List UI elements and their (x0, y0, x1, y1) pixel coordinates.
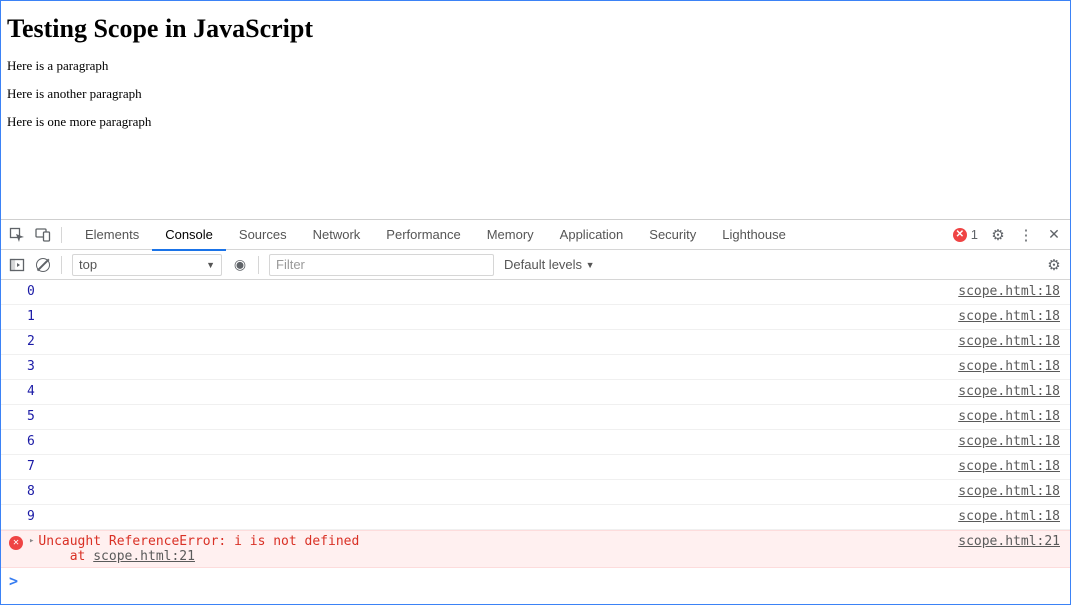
chevron-down-icon: ▼ (586, 260, 595, 270)
tab-network[interactable]: Network (300, 220, 374, 250)
console-log-row: 7scope.html:18 (1, 455, 1070, 480)
console-log-row: 0scope.html:18 (1, 280, 1070, 305)
tab-memory[interactable]: Memory (474, 220, 547, 250)
console-sidebar-toggle-icon[interactable] (9, 257, 25, 273)
close-icon[interactable] (1046, 227, 1062, 243)
console-log-row: 9scope.html:18 (1, 505, 1070, 530)
console-filter-input[interactable]: Filter (269, 254, 494, 276)
settings-icon[interactable] (990, 227, 1006, 243)
more-options-icon[interactable] (1018, 227, 1034, 243)
log-source-link[interactable]: scope.html:18 (938, 383, 1060, 401)
prompt-caret-icon: > (9, 572, 18, 590)
devtools-panel: Elements Console Sources Network Perform… (1, 219, 1070, 604)
log-source-link[interactable]: scope.html:18 (938, 483, 1060, 501)
console-log-row: 1scope.html:18 (1, 305, 1070, 330)
error-count: 1 (971, 227, 978, 242)
console-log-row: 3scope.html:18 (1, 355, 1070, 380)
tab-application[interactable]: Application (547, 220, 637, 250)
tab-console[interactable]: Console (152, 220, 226, 250)
console-toolbar: top ▼ Filter Default levels ▼ (1, 250, 1070, 280)
paragraph: Here is another paragraph (7, 86, 1064, 102)
context-value: top (79, 257, 97, 272)
error-icon: ✕ (953, 228, 967, 242)
paragraph: Here is a paragraph (7, 58, 1064, 74)
log-source-link[interactable]: scope.html:18 (938, 458, 1060, 476)
inspect-element-icon[interactable] (9, 227, 25, 243)
log-source-link[interactable]: scope.html:18 (938, 433, 1060, 451)
tab-sources[interactable]: Sources (226, 220, 300, 250)
console-log-row: 5scope.html:18 (1, 405, 1070, 430)
log-source-link[interactable]: scope.html:18 (938, 308, 1060, 326)
error-message: Uncaught ReferenceError: i is not define… (38, 534, 359, 564)
log-level-select[interactable]: Default levels ▼ (504, 254, 595, 276)
error-count-indicator[interactable]: ✕ 1 (953, 227, 978, 242)
execution-context-select[interactable]: top ▼ (72, 254, 222, 276)
log-source-link[interactable]: scope.html:18 (938, 283, 1060, 301)
page-title: Testing Scope in JavaScript (7, 14, 1064, 44)
chevron-down-icon: ▼ (206, 260, 215, 270)
console-log-row: 6scope.html:18 (1, 430, 1070, 455)
log-source-link[interactable]: scope.html:18 (938, 358, 1060, 376)
log-source-link[interactable]: scope.html:21 (938, 534, 1060, 549)
console-settings-icon[interactable] (1046, 257, 1062, 273)
clear-console-icon[interactable] (35, 257, 51, 273)
error-icon: ✕ (9, 536, 23, 550)
log-source-link[interactable]: scope.html:18 (938, 333, 1060, 351)
live-expression-icon[interactable] (232, 257, 248, 273)
tab-performance[interactable]: Performance (373, 220, 473, 250)
expand-triangle-icon[interactable]: ▸ (29, 536, 34, 546)
device-toggle-icon[interactable] (35, 227, 51, 243)
console-log-row: 8scope.html:18 (1, 480, 1070, 505)
console-log-row: 2scope.html:18 (1, 330, 1070, 355)
log-source-link[interactable]: scope.html:18 (938, 508, 1060, 526)
tab-security[interactable]: Security (636, 220, 709, 250)
tab-elements[interactable]: Elements (72, 220, 152, 250)
error-location-link[interactable]: scope.html:21 (93, 549, 195, 564)
page-content: Testing Scope in JavaScript Here is a pa… (1, 1, 1070, 219)
log-source-link[interactable]: scope.html:18 (938, 408, 1060, 426)
console-error-row: ✕ ▸ Uncaught ReferenceError: i is not de… (1, 530, 1070, 568)
console-output[interactable]: 0scope.html:18 1scope.html:18 2scope.htm… (1, 280, 1070, 604)
devtools-tab-bar: Elements Console Sources Network Perform… (1, 220, 1070, 250)
paragraph: Here is one more paragraph (7, 114, 1064, 130)
console-log-row: 4scope.html:18 (1, 380, 1070, 405)
tab-lighthouse[interactable]: Lighthouse (709, 220, 799, 250)
console-prompt[interactable]: > (1, 568, 1070, 594)
